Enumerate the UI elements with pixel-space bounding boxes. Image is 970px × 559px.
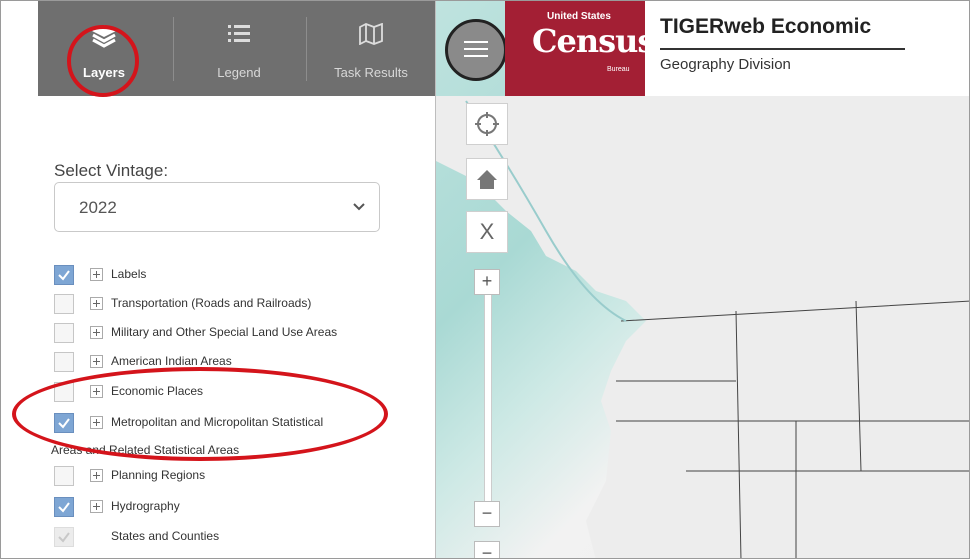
zoom-handle[interactable]: − xyxy=(474,501,500,527)
legend-list-icon xyxy=(227,23,251,48)
layer-checkbox xyxy=(54,527,74,547)
vintage-label: Select Vintage: xyxy=(54,161,169,180)
census-logo: United States Census Bureau xyxy=(505,1,655,96)
app-header: United States Census Bureau TIGERweb Eco… xyxy=(436,1,969,96)
tab-task-results[interactable]: Task Results xyxy=(307,1,435,96)
app-title: TIGERweb Economic xyxy=(660,15,872,38)
tab-layers-label: Layers xyxy=(83,65,125,80)
layer-checkbox[interactable] xyxy=(54,382,74,402)
layer-label: Hydrography xyxy=(111,499,180,513)
crosshair-icon xyxy=(475,112,499,136)
expand-plus-icon[interactable] xyxy=(90,500,103,513)
layer-checkbox[interactable] xyxy=(54,497,74,517)
zoom-in-button[interactable]: + xyxy=(474,269,500,295)
layer-label: Metropolitan and Micropolitan Statistica… xyxy=(111,415,324,429)
expand-plus-icon[interactable] xyxy=(90,326,103,339)
layer-checkbox[interactable] xyxy=(54,294,74,314)
vintage-value: 2022 xyxy=(79,198,117,217)
tab-task-results-label: Task Results xyxy=(334,65,408,80)
logo-top-text: United States xyxy=(547,11,611,22)
title-divider xyxy=(660,48,905,50)
clear-button[interactable]: X xyxy=(466,211,508,253)
expand-plus-icon[interactable] xyxy=(90,469,103,482)
locate-button[interactable] xyxy=(466,103,508,145)
layer-label: Planning Regions xyxy=(111,468,206,482)
app-subtitle: Geography Division xyxy=(660,56,791,73)
layer-label-continuation: Areas and Related Statistical Areas xyxy=(51,443,240,457)
expand-plus-icon[interactable] xyxy=(90,385,103,398)
tab-legend-label: Legend xyxy=(217,65,261,80)
expand-plus-icon[interactable] xyxy=(90,416,103,429)
expand-plus-icon[interactable] xyxy=(90,268,103,281)
app-frame: Layers Legend Task Results Select Vintag… xyxy=(0,0,970,559)
logo-main-text: Census xyxy=(532,22,655,60)
expand-plus-icon[interactable] xyxy=(90,297,103,310)
layers-icon xyxy=(90,23,118,54)
layer-label: Economic Places xyxy=(111,384,204,398)
map-view[interactable]: United States Census Bureau TIGERweb Eco… xyxy=(436,1,969,558)
title-box: TIGERweb Economic Geography Division xyxy=(645,1,969,96)
layer-checkbox[interactable] xyxy=(54,413,74,433)
layer-checkbox[interactable] xyxy=(54,466,74,486)
layer-label: States and Counties xyxy=(111,529,220,543)
layer-label: Labels xyxy=(111,267,147,281)
tab-layers[interactable]: Layers xyxy=(38,1,170,96)
chevron-down-icon xyxy=(353,199,365,217)
zoom-out-button[interactable]: − xyxy=(474,541,500,558)
layer-label: Transportation (Roads and Railroads) xyxy=(111,296,312,310)
tab-legend[interactable]: Legend xyxy=(174,1,304,96)
zoom-slider-track[interactable] xyxy=(484,286,492,518)
layer-label: American Indian Areas xyxy=(111,354,232,368)
panel-tab-bar: Layers Legend Task Results xyxy=(38,1,435,96)
side-panel: Layers Legend Task Results Select Vintag… xyxy=(12,1,436,558)
layer-checkbox[interactable] xyxy=(54,323,74,343)
layer-checkbox[interactable] xyxy=(54,265,74,285)
expand-plus-icon[interactable] xyxy=(90,355,103,368)
layer-label: Military and Other Special Land Use Area… xyxy=(111,325,338,339)
map-icon xyxy=(358,22,384,50)
vintage-select[interactable]: 2022 xyxy=(54,182,380,232)
menu-button[interactable] xyxy=(445,19,507,81)
home-icon xyxy=(477,170,497,189)
layer-checkbox[interactable] xyxy=(54,352,74,372)
home-button[interactable] xyxy=(466,158,508,200)
logo-bottom-text: Bureau xyxy=(607,66,630,73)
